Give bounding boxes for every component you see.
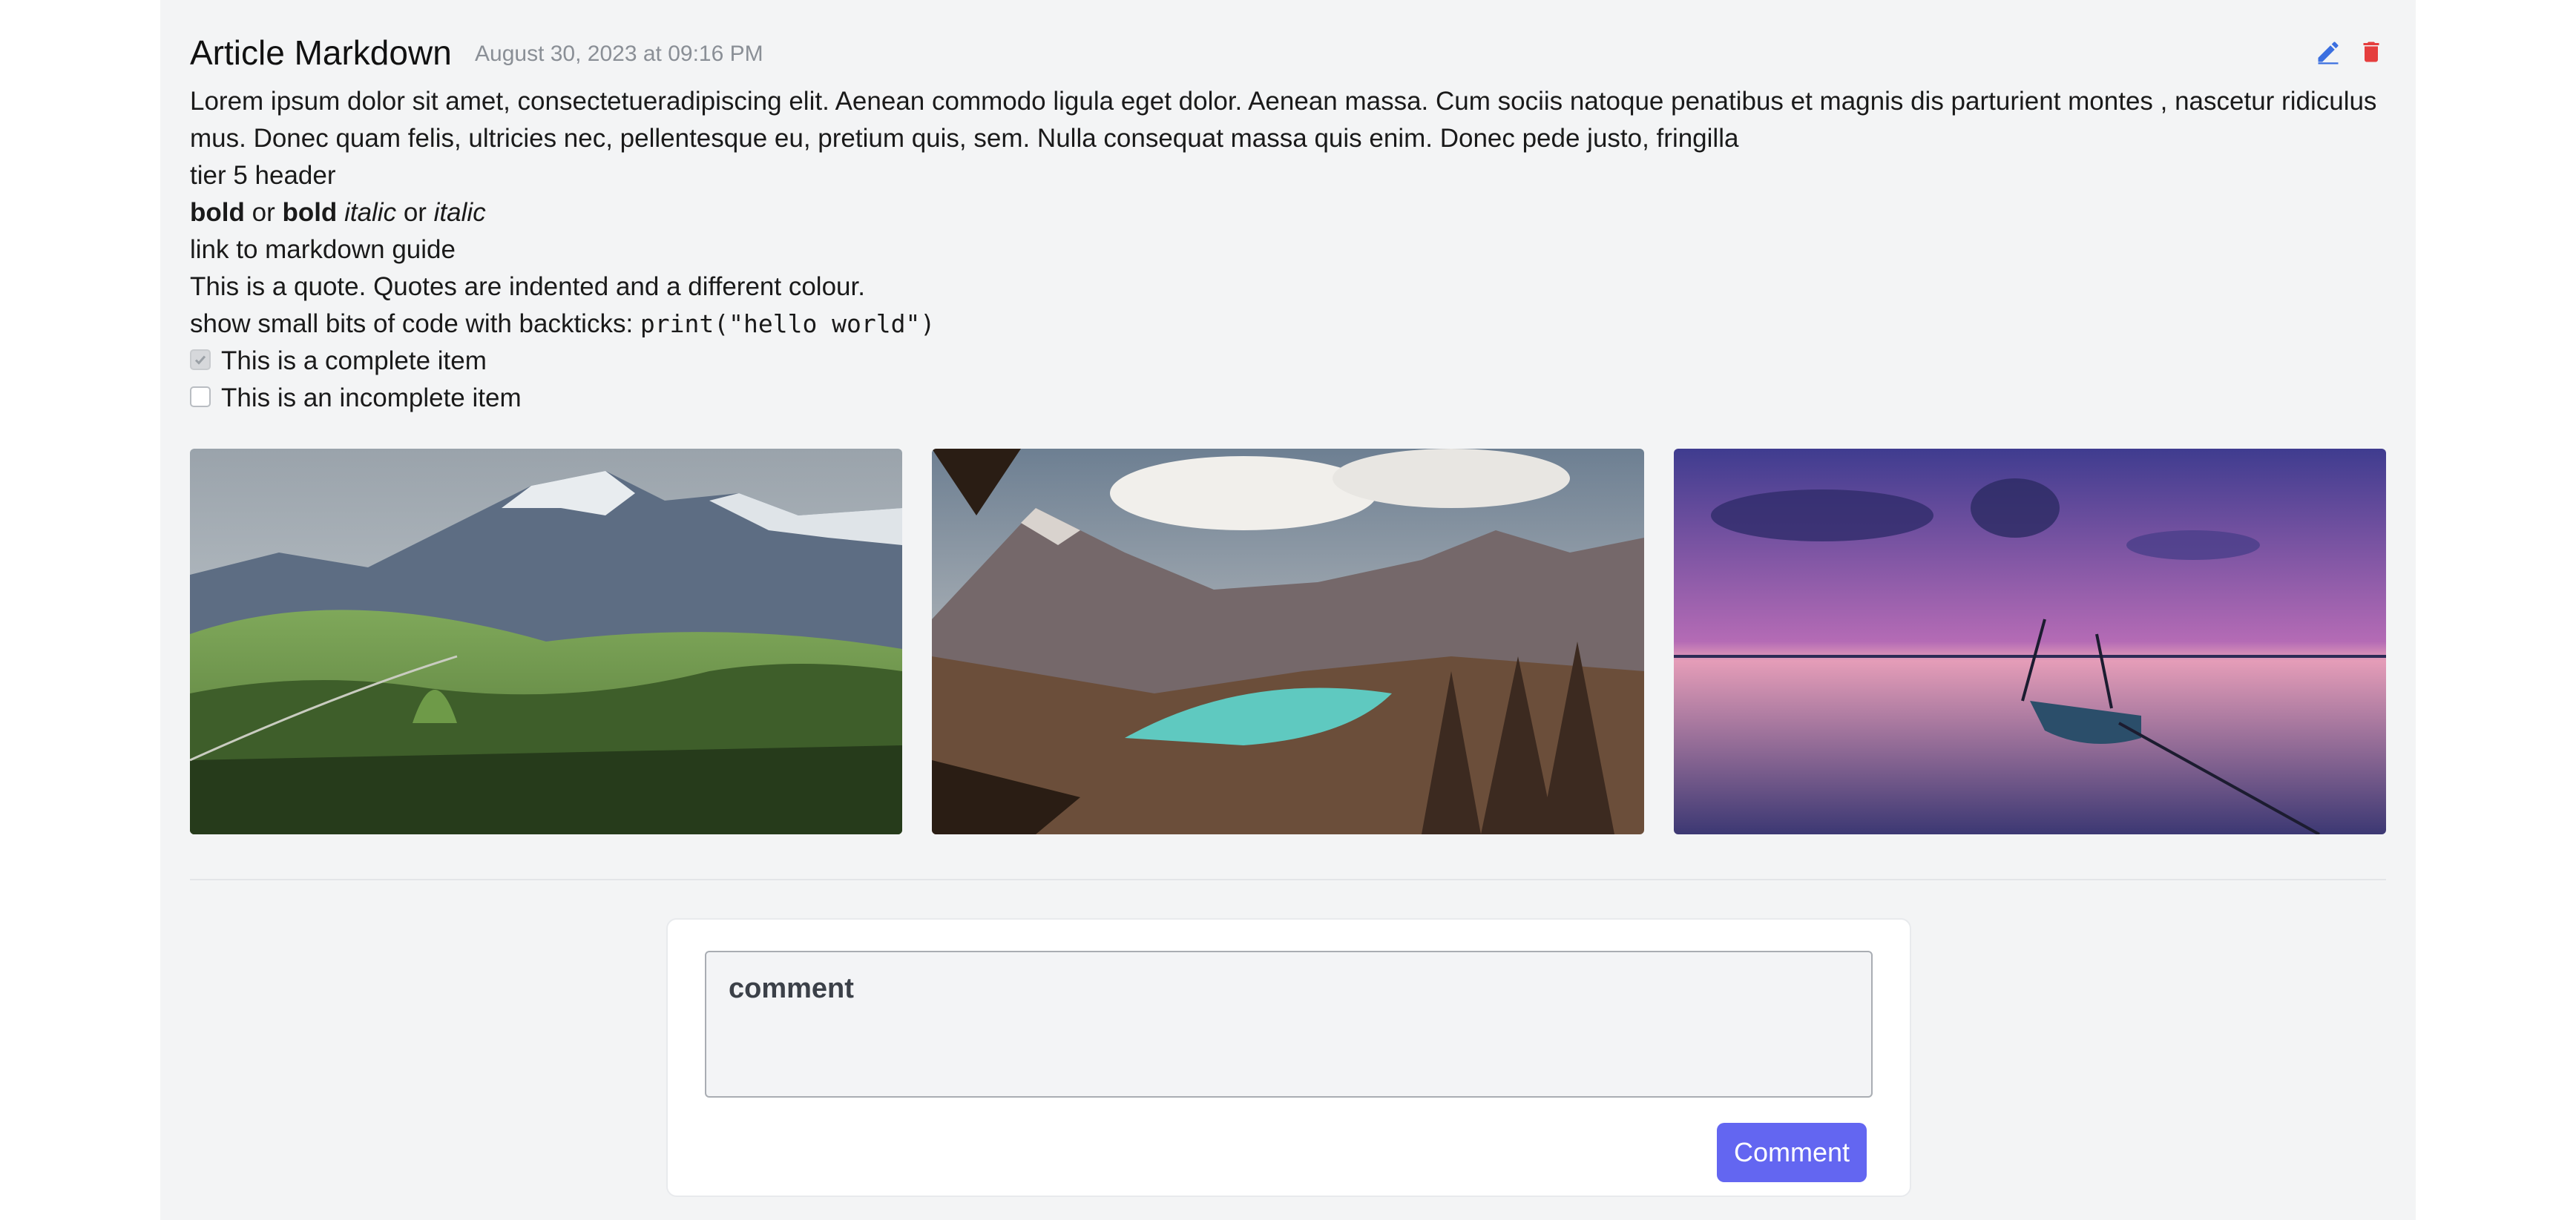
italic-text: italic	[433, 198, 486, 227]
section-divider	[190, 879, 2386, 880]
check-icon	[194, 355, 206, 365]
code-prefix: show small bits of code with backticks:	[190, 309, 640, 338]
image-gallery	[190, 449, 2386, 834]
post-date: August 30, 2023 at 09:16 PM	[475, 42, 763, 66]
comment-form: Comment	[666, 918, 1911, 1197]
task-checkbox-unchecked[interactable]	[190, 386, 211, 407]
comment-input[interactable]	[705, 951, 1873, 1098]
inline-code: print("hello world")	[640, 309, 936, 338]
code-line: show small bits of code with backticks: …	[190, 306, 2386, 343]
comment-submit-button[interactable]: Comment	[1717, 1123, 1867, 1182]
post-body: Lorem ipsum dolor sit amet, consectetuer…	[190, 83, 2386, 417]
task-label: This is a complete item	[221, 346, 487, 375]
bold-text: bold	[190, 198, 245, 227]
task-item-complete: This is a complete item	[190, 343, 2386, 380]
task-item-incomplete: This is an incomplete item	[190, 380, 2386, 417]
post-title: Article Markdown	[190, 33, 452, 72]
post-card: Article Markdown August 30, 2023 at 09:1…	[160, 0, 2416, 1220]
body-paragraph: Lorem ipsum dolor sit amet, consectetuer…	[190, 87, 2377, 153]
or-text: or	[396, 198, 434, 227]
or-text: or	[244, 198, 283, 227]
pencil-icon[interactable]	[2315, 39, 2342, 65]
trash-icon[interactable]	[2358, 39, 2385, 65]
task-label: This is an incomplete item	[221, 383, 522, 412]
quote-text: This is a quote. Quotes are indented and…	[190, 272, 865, 301]
header-line: tier 5 header	[190, 161, 336, 190]
mountain-meadow-image[interactable]	[190, 449, 902, 834]
sunset-boat-image[interactable]	[1674, 449, 2386, 834]
markdown-guide-link[interactable]: link to markdown guide	[190, 231, 2386, 268]
emphasis-line: bold or bold italic or italic	[190, 194, 2386, 231]
task-checkbox-checked[interactable]	[190, 349, 211, 370]
italic-text: italic	[344, 198, 397, 227]
bold-text: bold	[282, 198, 338, 227]
mountain-lake-image[interactable]	[932, 449, 1644, 834]
